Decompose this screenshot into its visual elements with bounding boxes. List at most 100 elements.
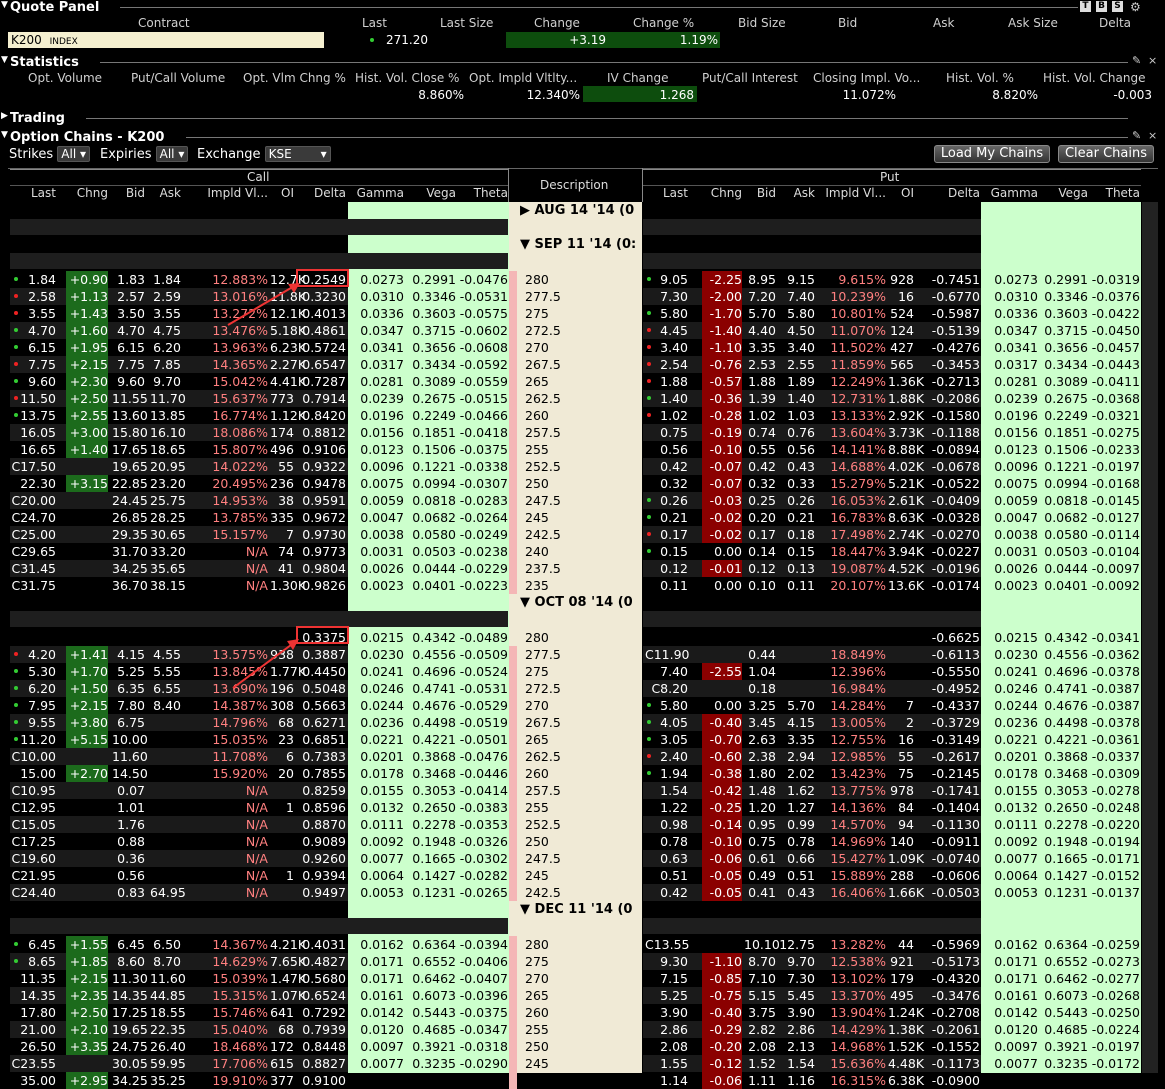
close-icon[interactable]: × [1148, 54, 1157, 67]
s-icon[interactable]: S [1112, 1, 1123, 12]
chain-row[interactable]: 9.55 +3.80 6.75 14.796% 68 0.6271 0.0236 0.4498… [0, 714, 1158, 731]
expiry-group-header[interactable]: ▼ SEP 11 '14 (0: [0, 236, 1158, 253]
chain-row[interactable]: 0.3375 0.0215 0.4342 -0.0489 280 -0.6625 0.021… [0, 629, 1158, 646]
chain-row[interactable]: 4.70 +1.60 4.70 4.75 13.476% 5.18K 0.4861 0.034… [0, 322, 1158, 339]
put-col-ask[interactable]: Ask [778, 186, 815, 200]
chain-row[interactable]: 35.00 +2.95 34.25 35.25 19.910% 377 0.9100 0.00… [0, 1072, 1158, 1089]
call-last: 2.58 [28, 289, 56, 304]
chain-row[interactable]: C17.25 0.88 N/A 0.9089 0.0092 0.1948 -0.0326 25… [0, 833, 1158, 850]
put-bid: 0.95 [748, 817, 776, 832]
chain-row[interactable]: C24.40 0.83 64.95 N/A 0.9497 0.0053 0.1231 -0.0… [0, 884, 1158, 901]
chain-row[interactable]: 21.00 +2.10 19.65 22.35 15.040% 68 0.7939 0.012… [0, 1021, 1158, 1038]
wrench-icon[interactable]: ✎ [1132, 54, 1141, 67]
chain-row[interactable]: 13.75 +2.55 13.60 13.85 16.774% 1.12K 0.8420 0.… [0, 407, 1158, 424]
chain-row[interactable]: 16.05 +3.00 15.80 16.10 18.086% 174 0.8812 0.01… [0, 424, 1158, 441]
chain-row[interactable]: 7.95 +2.15 7.80 8.40 14.387% 308 0.5663 0.0244 0… [0, 697, 1158, 714]
chain-row[interactable]: 4.20 +1.41 4.15 4.55 13.575% 938 0.3887 0.0230 0… [0, 646, 1158, 663]
chain-row[interactable]: 17.80 +2.50 17.25 18.55 15.746% 641 0.7292 0.01… [0, 1004, 1158, 1021]
chain-row[interactable]: 22.30 +3.15 22.85 23.20 20.495% 236 0.9478 0.00… [0, 475, 1158, 492]
chain-row[interactable]: C31.45 34.25 35.65 N/A 41 0.9804 0.0026 0.0444-… [0, 560, 1158, 577]
expiry-group-header[interactable]: ▼ OCT 08 '14 (0 [0, 594, 1158, 611]
contract-field[interactable]: K200 INDEX [8, 32, 324, 48]
chain-row[interactable]: C19.60 0.36 N/A 0.9260 0.0077 0.1665 -0.0302 24… [0, 850, 1158, 867]
strike-price: 245 [525, 1056, 549, 1071]
chain-row[interactable]: 15.00 +2.70 14.50 15.920% 20 0.7855 0.0178 0.34… [0, 765, 1158, 782]
chain-row[interactable]: 16.65 +1.40 17.65 18.65 15.807% 496 0.9106 0.01… [0, 441, 1158, 458]
chain-row[interactable]: C10.95 0.07 N/A 0.8259 0.0155 0.3053 -0.0414 25… [0, 782, 1158, 799]
chain-row[interactable]: 11.50 +2.50 11.55 11.70 15.637% 773 0.7914 0.02… [0, 390, 1158, 407]
chain-row[interactable]: 2.58 +1.13 2.57 2.59 13.016% 11.8K 0.3230 0.031… [0, 288, 1158, 305]
chain-row[interactable]: C10.00 11.60 11.708% 6 0.7383 0.0201 0.3868 -0.… [0, 748, 1158, 765]
chain-row[interactable]: 26.50 +3.35 24.75 26.40 18.468% 172 0.8448 0.00… [0, 1038, 1158, 1055]
wrench-icon[interactable]: ✎ [1132, 129, 1141, 142]
chain-row[interactable]: 9.60 +2.30 9.60 9.70 15.042% 4.41K 0.7287 0.028… [0, 373, 1158, 390]
chain-row[interactable]: 8.65 +1.85 8.60 8.70 14.629% 7.65K 0.4827 0.017… [0, 953, 1158, 970]
expiry-label[interactable]: ▼ DEC 11 '14 (0 [520, 901, 640, 918]
put-col-impld-vol[interactable]: Impld Vl... [817, 186, 886, 200]
expiry-group-header[interactable]: ▶ AUG 14 '14 (0 [0, 202, 1158, 219]
collapse-triangle-icon[interactable]: ▼ [1, 130, 8, 140]
chain-row[interactable]: 6.20 +1.50 6.35 6.55 13.690% 196 0.5048 0.0246 0… [0, 680, 1158, 697]
chain-row[interactable]: 5.30 +1.70 5.25 5.55 13.845% 1.77K 0.4450 0.024… [0, 663, 1158, 680]
put-col-chng[interactable]: Chng [702, 186, 742, 200]
chain-row[interactable]: C20.00 24.45 25.75 14.953% 38 0.9591 0.0059 0.0… [0, 492, 1158, 509]
quote-panel-header[interactable]: ▼ Quote Panel [0, 0, 1158, 15]
itm-marker [509, 271, 517, 288]
put-col-last[interactable]: Last [645, 186, 688, 200]
chain-row[interactable]: C23.55 30.05 59.95 17.706% 615 0.8827 0.0077 0.… [0, 1055, 1158, 1072]
chain-row[interactable]: C25.00 29.35 30.65 15.157% 7 0.9730 0.0038 0.05… [0, 526, 1158, 543]
call-oi: 6 [286, 749, 294, 764]
chain-row[interactable]: 6.45 +1.55 6.45 6.50 14.367% 4.21K 0.4031 0.016… [0, 936, 1158, 953]
trading-header[interactable]: ▶ Trading [0, 111, 1158, 126]
expiry-label[interactable]: ▼ OCT 08 '14 (0 [520, 594, 640, 611]
statistics-header[interactable]: ▼ Statistics [0, 55, 1158, 70]
chain-row[interactable]: C17.50 19.65 20.95 14.022% 55 0.9322 0.0096 0.1… [0, 458, 1158, 475]
clear-chains-button[interactable]: Clear Chains [1058, 145, 1154, 163]
call-delta: 0.7383 [302, 749, 346, 764]
call-impld-vol: 14.022% [212, 459, 268, 474]
exchange-dropdown[interactable]: KSE ▾ [264, 146, 331, 162]
chain-row[interactable]: 6.15 +1.95 6.15 6.20 13.963% 6.23K 0.5724 0.034… [0, 339, 1158, 356]
collapse-triangle-icon[interactable]: ▼ [1, 0, 8, 10]
expand-triangle-icon[interactable]: ▶ [1, 111, 8, 121]
chain-row[interactable]: C31.75 36.70 38.15 N/A 1.30K 0.9826 0.0023 0.04… [0, 577, 1158, 594]
chain-row[interactable]: 3.55 +1.43 3.50 3.55 13.272% 12.1K 0.4013 0.033… [0, 305, 1158, 322]
chain-row[interactable]: 11.35 +2.15 11.30 11.60 15.039% 1.47K 0.5680 0.… [0, 970, 1158, 987]
load-my-chains-button[interactable]: Load My Chains [934, 145, 1050, 163]
expiry-label[interactable]: ▶ AUG 14 '14 (0 [520, 202, 640, 219]
option-chains-header[interactable]: ▼ Option Chains - K200 [0, 130, 1158, 145]
t-icon[interactable]: T [1080, 1, 1091, 12]
b-icon[interactable]: B [1096, 1, 1107, 12]
expiry-group-header[interactable]: ▼ DEC 11 '14 (0 [0, 901, 1158, 918]
put-col-gamma[interactable]: Gamma [981, 186, 1038, 200]
chain-row[interactable]: C24.70 26.85 28.25 13.785% 335 0.9672 0.0047 0.… [0, 509, 1158, 526]
chain-row[interactable]: 1.84 +0.90 1.83 1.84 12.883% 12.7K 0.2549 0.027… [0, 271, 1158, 288]
close-icon[interactable]: × [1148, 129, 1157, 142]
chain-row[interactable]: 7.75 +2.15 7.75 7.85 14.365% 2.27K 0.6547 0.031… [0, 356, 1158, 373]
put-last: 4.45 [660, 323, 688, 338]
chain-row[interactable]: C12.95 1.01 N/A 1 0.8596 0.0132 0.2650 -0.0383 2… [0, 799, 1158, 816]
chain-row[interactable]: C29.65 31.70 33.20 N/A 74 0.9773 0.0031 0.0503-… [0, 543, 1158, 560]
put-col-delta[interactable]: Delta [916, 186, 980, 200]
put-col-bid[interactable]: Bid [744, 186, 776, 200]
call-gamma: 0.0347 [360, 323, 404, 338]
expiries-dropdown[interactable]: All ▾ [155, 146, 189, 162]
put-col-vega[interactable]: Vega [1040, 186, 1088, 200]
chain-row[interactable]: C15.05 1.76 N/A 0.8870 0.0111 0.2278 -0.0353 25… [0, 816, 1158, 833]
call-impld-vol: 14.367% [212, 937, 268, 952]
put-col-theta[interactable]: Theta [1090, 186, 1140, 200]
collapse-triangle-icon[interactable]: ▼ [1, 55, 8, 65]
call-vega: 0.0580 [412, 527, 456, 542]
expiry-label[interactable]: ▼ SEP 11 '14 (0: [520, 236, 640, 253]
chain-row[interactable]: 11.20 +5.15 10.00 15.035% 23 0.6851 0.0221 0.42… [0, 731, 1158, 748]
gear-icon[interactable]: ⚙ [1130, 0, 1141, 14]
put-col-oi[interactable]: OI [888, 186, 914, 200]
call-delta: 0.6547 [302, 357, 346, 372]
strikes-dropdown[interactable]: All ▾ [57, 146, 91, 162]
call-impld-vol: 13.785% [212, 510, 268, 525]
chain-row[interactable]: 14.35 +2.35 14.35 44.85 15.315% 1.07K 0.6524 0.… [0, 987, 1158, 1004]
strike-price: 260 [525, 766, 549, 781]
put-impld-vol: 18.849% [830, 647, 886, 662]
chain-row[interactable]: C21.95 0.56 N/A 1 0.9394 0.0064 0.1427 -0.0282 2… [0, 867, 1158, 884]
group-separator [10, 611, 508, 627]
